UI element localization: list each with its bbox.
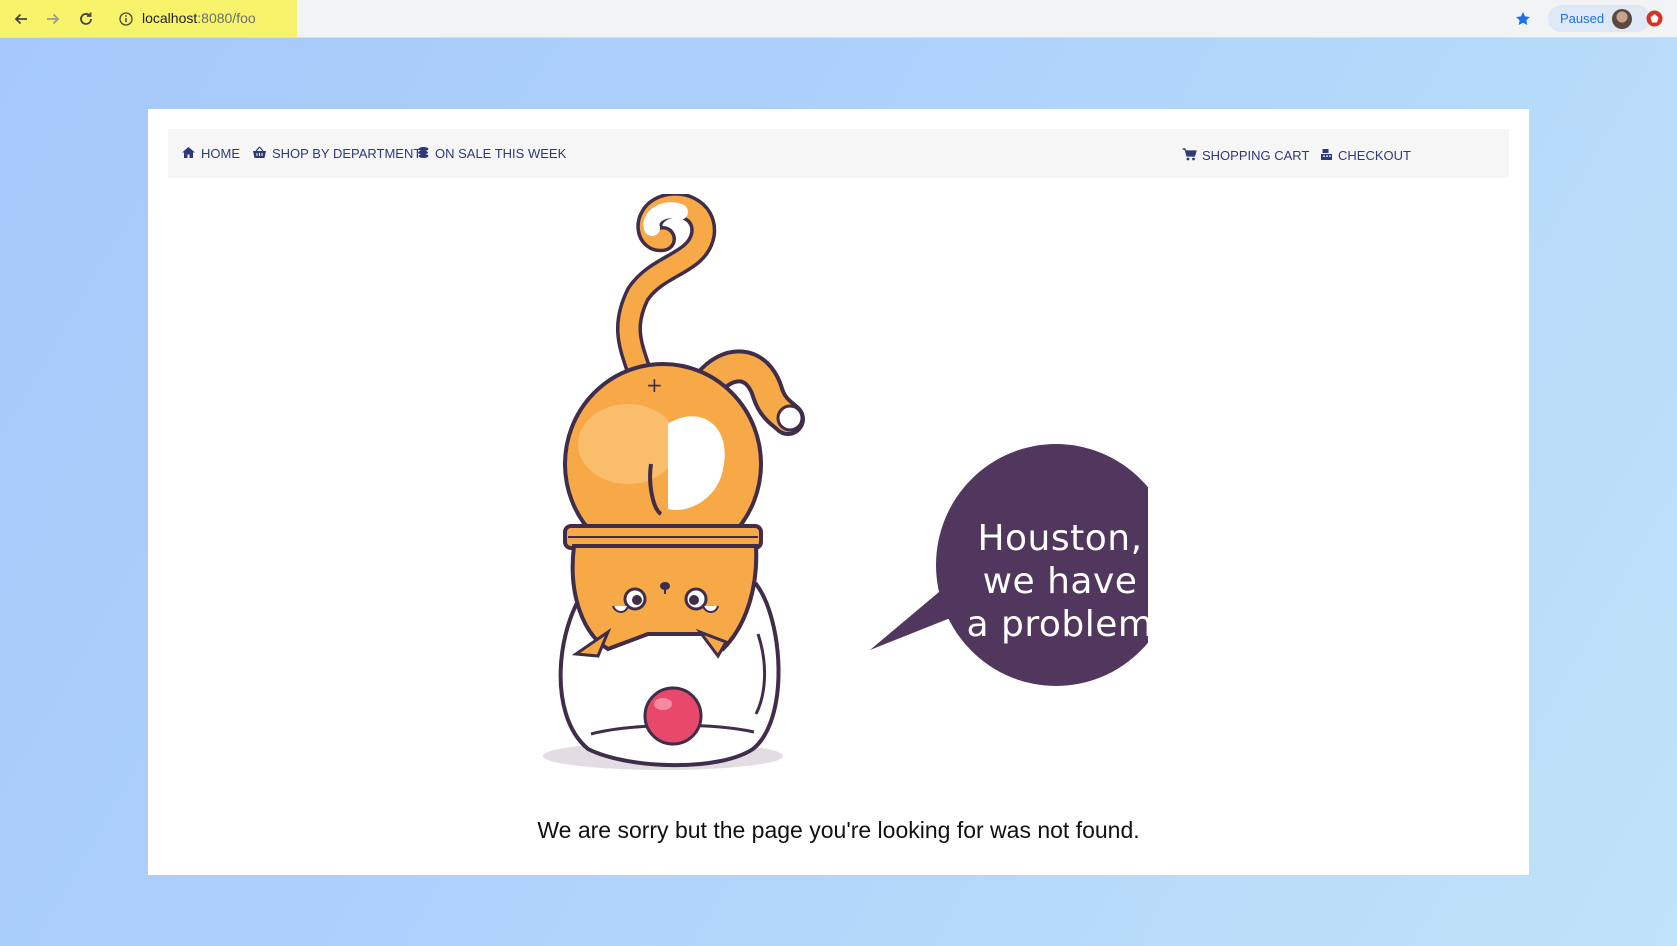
not-found-message: We are sorry but the page you're looking… bbox=[537, 817, 1140, 843]
avatar bbox=[1612, 9, 1632, 29]
bubble-line-1: Houston, bbox=[977, 518, 1143, 559]
nav-cart-label: SHOPPING CART bbox=[1202, 148, 1310, 163]
bubble-line-2: we have bbox=[982, 561, 1138, 602]
extension-icon[interactable] bbox=[1646, 10, 1663, 27]
page-card: HOME SHOP BY DEPARTMENT ON SALE THIS WEE… bbox=[148, 109, 1529, 875]
bubble-line-3: a problem bbox=[966, 604, 1154, 645]
nav-shop-label: SHOP BY DEPARTMENT bbox=[272, 146, 422, 161]
cash-register-icon bbox=[1320, 148, 1338, 164]
coins-icon bbox=[417, 146, 435, 162]
forward-icon[interactable] bbox=[42, 8, 64, 30]
nav-checkout[interactable]: CHECKOUT bbox=[1320, 131, 1411, 180]
nav-shopping-cart[interactable]: SHOPPING CART bbox=[1182, 131, 1309, 180]
browser-toolbar: localhost:8080/foo Paused bbox=[0, 0, 1677, 38]
basket-icon bbox=[252, 146, 272, 162]
nav-shop-by-department[interactable]: SHOP BY DEPARTMENT bbox=[252, 129, 421, 178]
profile-status: Paused bbox=[1560, 11, 1605, 26]
url-host: localhost bbox=[142, 10, 198, 26]
url-text[interactable]: localhost:8080/foo bbox=[142, 10, 256, 26]
url-path: :8080/foo bbox=[197, 10, 256, 26]
info-icon[interactable] bbox=[115, 8, 137, 30]
cart-icon bbox=[1182, 147, 1202, 164]
site-navbar: HOME SHOP BY DEPARTMENT ON SALE THIS WEE… bbox=[168, 129, 1509, 178]
nav-on-sale-label: ON SALE THIS WEEK bbox=[435, 146, 567, 161]
home-icon bbox=[181, 146, 201, 162]
back-icon[interactable] bbox=[10, 8, 32, 30]
cat-in-jar-icon: + bbox=[543, 194, 1148, 770]
nav-home-label: HOME bbox=[201, 146, 240, 161]
nav-checkout-label: CHECKOUT bbox=[1338, 148, 1411, 163]
speech-bubble-text: Houston, we have a problem bbox=[920, 517, 1200, 646]
svg-text:+: + bbox=[646, 373, 663, 397]
nav-home[interactable]: HOME bbox=[181, 129, 240, 178]
address-bar[interactable] bbox=[108, 4, 1533, 33]
reload-icon[interactable] bbox=[75, 8, 97, 30]
nav-on-sale[interactable]: ON SALE THIS WEEK bbox=[417, 129, 566, 178]
bookmark-star-icon[interactable] bbox=[1512, 8, 1534, 30]
